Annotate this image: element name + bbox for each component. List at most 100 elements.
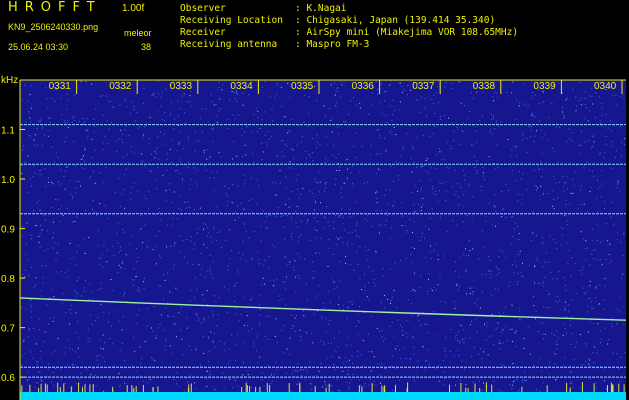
noise-speck	[148, 191, 150, 193]
noise-speck	[225, 193, 227, 195]
noise-speck	[64, 170, 66, 172]
noise-speck	[437, 254, 439, 256]
noise-speck	[175, 287, 177, 289]
noise-speck	[491, 114, 492, 115]
noise-speck	[237, 185, 239, 187]
noise-speck	[172, 267, 174, 269]
noise-speck	[215, 388, 217, 390]
noise-speck	[473, 156, 475, 158]
noise-speck	[564, 328, 566, 330]
noise-speck	[460, 102, 462, 104]
noise-speck	[484, 179, 485, 181]
noise-speck	[165, 375, 167, 377]
noise-speck	[572, 192, 574, 194]
noise-speck	[100, 288, 102, 290]
spectrogram-view[interactable]: 0331 0332 0333 0334 0335 0336 0337 0338 0339 0340…	[0, 72, 629, 400]
noise-speck	[338, 389, 340, 391]
location-key: Receiving Location	[180, 15, 283, 26]
noise-speck	[447, 231, 449, 233]
noise-speck	[144, 224, 146, 226]
noise-speck	[444, 114, 446, 116]
noise-speck	[272, 285, 274, 287]
noise-speck	[325, 136, 327, 138]
noise-speck	[284, 287, 286, 289]
noise-speck	[296, 205, 298, 207]
noise-speck	[211, 241, 213, 243]
noise-speck	[402, 346, 404, 348]
noise-speck	[429, 179, 431, 181]
noise-speck	[350, 344, 352, 346]
noise-speck	[605, 259, 607, 260]
noise-speck	[190, 240, 192, 242]
noise-speck	[157, 80, 159, 82]
noise-speck	[328, 107, 330, 109]
noise-speck	[127, 162, 129, 164]
noise-speck	[352, 362, 354, 364]
noise-speck	[375, 251, 377, 253]
noise-speck	[569, 203, 570, 204]
noise-speck	[165, 307, 167, 309]
noise-speck	[528, 126, 530, 128]
noise-speck	[84, 121, 86, 122]
noise-speck	[284, 238, 286, 240]
noise-speck	[78, 277, 80, 279]
noise-speck	[219, 98, 221, 100]
noise-speck	[94, 182, 96, 184]
noise-speck	[564, 215, 566, 217]
noise-speck	[46, 304, 48, 306]
noise-speck	[270, 164, 271, 166]
noise-speck	[203, 243, 205, 245]
noise-speck	[376, 198, 377, 200]
noise-speck	[398, 349, 400, 351]
noise-speck	[243, 174, 245, 176]
noise-speck	[139, 289, 141, 290]
noise-speck	[227, 265, 229, 267]
noise-speck	[104, 205, 106, 206]
noise-speck	[364, 290, 366, 291]
noise-speck	[253, 161, 255, 163]
noise-speck	[583, 164, 585, 166]
noise-speck	[381, 210, 383, 212]
noise-speck	[334, 104, 336, 106]
noise-speck	[133, 284, 134, 286]
noise-speck	[94, 320, 96, 322]
noise-speck	[450, 329, 452, 330]
noise-speck	[592, 249, 594, 251]
noise-speck	[610, 260, 612, 262]
noise-speck	[273, 280, 275, 282]
noise-speck	[571, 257, 573, 259]
noise-speck	[458, 196, 460, 198]
noise-speck	[495, 120, 497, 122]
noise-speck	[352, 146, 354, 148]
noise-speck	[218, 86, 220, 88]
noise-speck	[424, 323, 426, 325]
noise-speck	[379, 374, 381, 376]
noise-speck	[375, 252, 377, 254]
noise-speck	[194, 297, 196, 299]
noise-speck	[459, 257, 461, 258]
noise-speck	[100, 95, 102, 97]
noise-speck	[208, 360, 210, 362]
noise-speck	[375, 192, 377, 194]
noise-speck	[143, 103, 144, 105]
noise-speck	[235, 313, 237, 315]
noise-speck	[575, 96, 577, 98]
noise-speck	[66, 364, 68, 366]
noise-speck	[67, 269, 69, 271]
noise-speck	[130, 112, 131, 114]
noise-speck	[111, 106, 113, 108]
noise-speck	[324, 381, 326, 383]
noise-speck	[572, 132, 574, 134]
noise-speck	[422, 232, 423, 234]
noise-speck	[113, 365, 115, 367]
noise-speck	[308, 96, 310, 98]
noise-speck	[375, 81, 377, 82]
noise-speck	[207, 232, 209, 234]
noise-speck	[33, 165, 35, 167]
noise-speck	[271, 244, 273, 246]
noise-speck	[174, 242, 176, 243]
noise-speck	[27, 155, 29, 157]
noise-speck	[43, 134, 45, 136]
noise-speck	[500, 348, 501, 350]
noise-speck	[161, 118, 163, 120]
